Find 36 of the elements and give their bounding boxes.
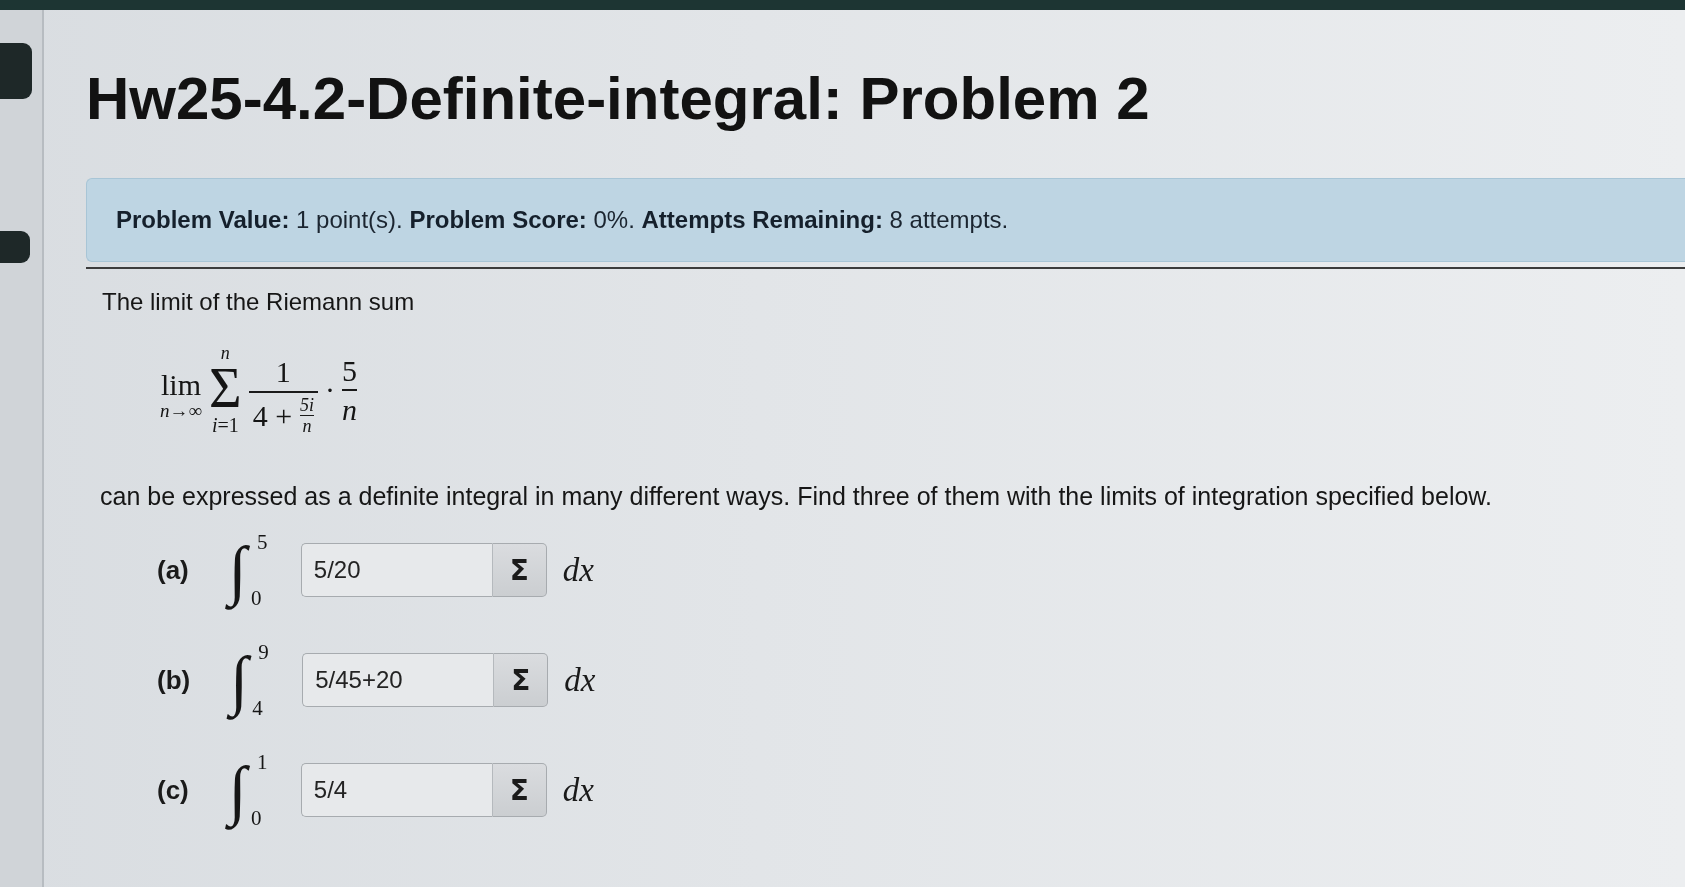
factor-denominator: n [342,394,358,426]
answer-field[interactable]: 5/4 [300,763,493,818]
inner-numerator: 5i [300,395,315,415]
answer-field[interactable]: 5/45+20 [302,653,495,708]
page-title: Hw25-4.2-Definite-integral: Problem 2 [86,64,1150,134]
limit-operator: lim [161,369,202,401]
fraction-numerator: 1 [275,356,291,388]
part-label: (c) [157,774,189,806]
lower-limit: 4 [252,697,263,720]
inner-denominator: n [302,417,312,437]
dark-edge-block [0,231,30,263]
upper-limit: 1 [256,751,268,774]
problem-intro-text: The limit of the Riemann sum [102,287,415,317]
problem-status-text: Problem Value: 1 point(s). Problem Score: 0%. Attempts Remaining: 8 attempts. [116,206,1009,234]
multiply-dot: · [325,374,336,406]
upper-limit: 9 [258,641,269,664]
sum-lower-bound: i=1 [211,414,239,436]
problem-question-text: can be expressed as a definite integral in many different ways. Find three of them with the limits of integration specified below. [100,481,1492,512]
lower-limit: 0 [250,587,262,610]
limit-subscript: n→∞ [160,400,203,421]
sum-upper-bound: n [220,344,230,364]
part-label: (a) [157,554,189,586]
sum-symbol: Σ [209,363,242,415]
part-label: (b) [157,664,191,696]
upper-limit: 5 [256,531,268,554]
denominator-term: 4 + [252,400,293,432]
lower-limit: 0 [250,807,262,830]
answer-field[interactable]: 5/20 [300,543,493,598]
differential: dx [562,551,594,589]
equation-editor-button[interactable]: Σ [492,763,547,818]
dark-edge-block [0,43,32,99]
factor-numerator: 5 [342,354,358,387]
differential: dx [562,771,594,809]
differential: dx [564,661,596,699]
equation-editor-button[interactable]: Σ [492,543,547,598]
equation-editor-button[interactable]: Σ [494,653,549,708]
